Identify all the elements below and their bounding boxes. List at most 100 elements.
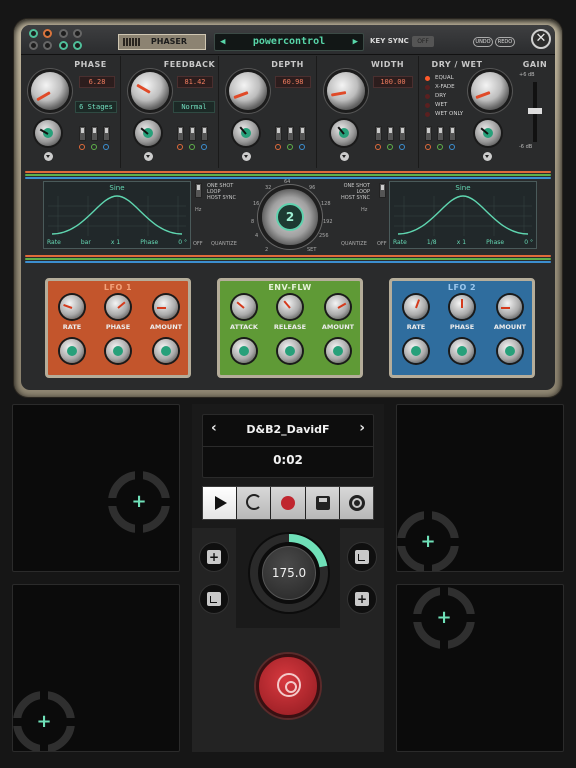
close-button[interactable]: ✕ [531, 29, 551, 49]
mode-host-sync[interactable]: HOST SYNC [341, 195, 370, 201]
add-left-button[interactable]: + [199, 542, 229, 572]
prev-track-icon[interactable]: ‹ [211, 420, 217, 436]
gain-slider-thumb[interactable] [528, 108, 542, 114]
dropdown-icon[interactable] [483, 152, 492, 161]
lfo1-amount-knob[interactable] [154, 295, 178, 319]
depth-knob[interactable] [229, 72, 267, 110]
lfo1-rate-knob[interactable] [60, 295, 84, 319]
routing-led-icon[interactable] [43, 29, 52, 38]
width-switch[interactable] [387, 126, 394, 141]
routing-led-icon[interactable] [59, 41, 68, 50]
key-sync-toggle[interactable]: OFF [412, 36, 434, 47]
env-attack-knob[interactable] [232, 295, 256, 319]
preset-selector[interactable]: ◀ powercontrol ▶ [214, 33, 364, 51]
dropdown-icon[interactable] [144, 152, 153, 161]
xy-pad-bottom-right[interactable]: + [396, 584, 564, 752]
lfo2-phase-mod-knob[interactable] [450, 339, 474, 363]
xy-handle-plus-icon[interactable]: + [419, 533, 437, 551]
lfo2-rate-mod-knob[interactable] [404, 339, 428, 363]
env-release-mod-knob[interactable] [278, 339, 302, 363]
lfo2-phase-knob[interactable] [450, 295, 474, 319]
lfo2-rate-unit[interactable]: 1/8 [427, 239, 437, 246]
play-button[interactable] [203, 487, 238, 519]
routing-led-icon[interactable] [29, 41, 38, 50]
depth-switch[interactable] [299, 126, 306, 141]
drywet-option[interactable]: X-FADE [425, 83, 463, 92]
dropdown-icon[interactable] [340, 152, 349, 161]
routing-led-icon[interactable] [59, 29, 68, 38]
phase-switch[interactable] [103, 126, 110, 141]
drywet-switch[interactable] [437, 126, 444, 141]
prev-preset-icon[interactable]: ◀ [220, 34, 225, 50]
effect-type-label[interactable]: PHASER [118, 34, 206, 50]
width-knob[interactable] [327, 72, 365, 110]
feedback-mod-knob[interactable] [135, 120, 161, 146]
lfo2-amount-knob[interactable] [498, 295, 522, 319]
lfo1-amount-mod-knob[interactable] [154, 339, 178, 363]
feedback-switch[interactable] [189, 126, 196, 141]
env-amount-knob[interactable] [326, 295, 350, 319]
tempo-control[interactable]: 175.0 [248, 532, 330, 618]
master-record-button[interactable] [256, 654, 320, 718]
routing-led-icon[interactable] [73, 29, 82, 38]
lfo1-phase-mod-knob[interactable] [106, 339, 130, 363]
phase-mod-knob[interactable] [35, 120, 61, 146]
corner-right-button[interactable] [347, 542, 377, 572]
phase-mode[interactable]: 6 Stages [75, 101, 117, 113]
depth-switch[interactable] [275, 126, 282, 141]
routing-led-icon[interactable] [43, 41, 52, 50]
feedback-knob[interactable] [131, 72, 169, 110]
drywet-option[interactable]: WET [425, 101, 463, 110]
drywet-switch[interactable] [425, 126, 432, 141]
add-right-button[interactable]: + [347, 584, 377, 614]
lfo1-rate-unit[interactable]: bar [81, 239, 91, 246]
xy-pad-top-left[interactable]: + [12, 404, 180, 572]
tempo-value[interactable]: 175.0 [262, 546, 316, 600]
width-switch[interactable] [375, 126, 382, 141]
lfo1-shape[interactable]: Sine [44, 184, 190, 192]
lfo2-mode-switch[interactable] [379, 183, 386, 198]
drywet-switch[interactable] [449, 126, 456, 141]
feedback-switch[interactable] [201, 126, 208, 141]
xy-handle-plus-icon[interactable]: + [35, 713, 53, 731]
next-track-icon[interactable]: › [359, 420, 365, 436]
phase-knob[interactable] [31, 72, 69, 110]
sync-rate-dial[interactable]: 2 [262, 189, 318, 245]
env-amount-mod-knob[interactable] [326, 339, 350, 363]
routing-led-icon[interactable] [29, 29, 38, 38]
feedback-mode[interactable]: Normal [173, 101, 215, 113]
phase-switch[interactable] [79, 126, 86, 141]
lfo2-waveform[interactable]: Sine Rate 1/8 x 1 Phase 0 ° [389, 181, 537, 249]
lfo1-mode-switch[interactable] [195, 183, 202, 198]
lfo1-phase-knob[interactable] [106, 295, 130, 319]
drywet-option[interactable]: WET ONLY [425, 110, 463, 119]
dropdown-icon[interactable] [44, 152, 53, 161]
mode-host-sync[interactable]: HOST SYNC [207, 195, 236, 201]
redo-button[interactable]: REDO [495, 37, 515, 47]
env-attack-mod-knob[interactable] [232, 339, 256, 363]
corner-left-button[interactable] [199, 584, 229, 614]
xy-pad-bottom-left[interactable]: + [12, 584, 180, 752]
depth-mod-knob[interactable] [233, 120, 259, 146]
drywet-option[interactable]: DRY [425, 92, 463, 101]
xy-pad-top-right[interactable]: + [396, 404, 564, 572]
width-mod-knob[interactable] [331, 120, 357, 146]
record-button[interactable] [271, 487, 306, 519]
lfo1-phase-value[interactable]: 0 ° [178, 239, 187, 246]
routing-led-icon[interactable] [73, 41, 82, 50]
width-switch[interactable] [399, 126, 406, 141]
lfo2-rate-knob[interactable] [404, 295, 428, 319]
next-preset-icon[interactable]: ▶ [353, 34, 358, 50]
depth-switch[interactable] [287, 126, 294, 141]
lfo1-rate-mod-knob[interactable] [60, 339, 84, 363]
drywet-option[interactable]: EQUAL [425, 74, 463, 83]
feedback-switch[interactable] [177, 126, 184, 141]
drywet-knob[interactable] [471, 72, 509, 110]
save-button[interactable] [305, 487, 340, 519]
settings-button[interactable] [339, 487, 374, 519]
lfo2-phase-value[interactable]: 0 ° [524, 239, 533, 246]
lfo2-amount-mod-knob[interactable] [498, 339, 522, 363]
env-release-knob[interactable] [278, 295, 302, 319]
xy-handle-plus-icon[interactable]: + [435, 609, 453, 627]
lfo1-waveform[interactable]: Sine Rate bar x 1 Phase 0 ° [43, 181, 191, 249]
